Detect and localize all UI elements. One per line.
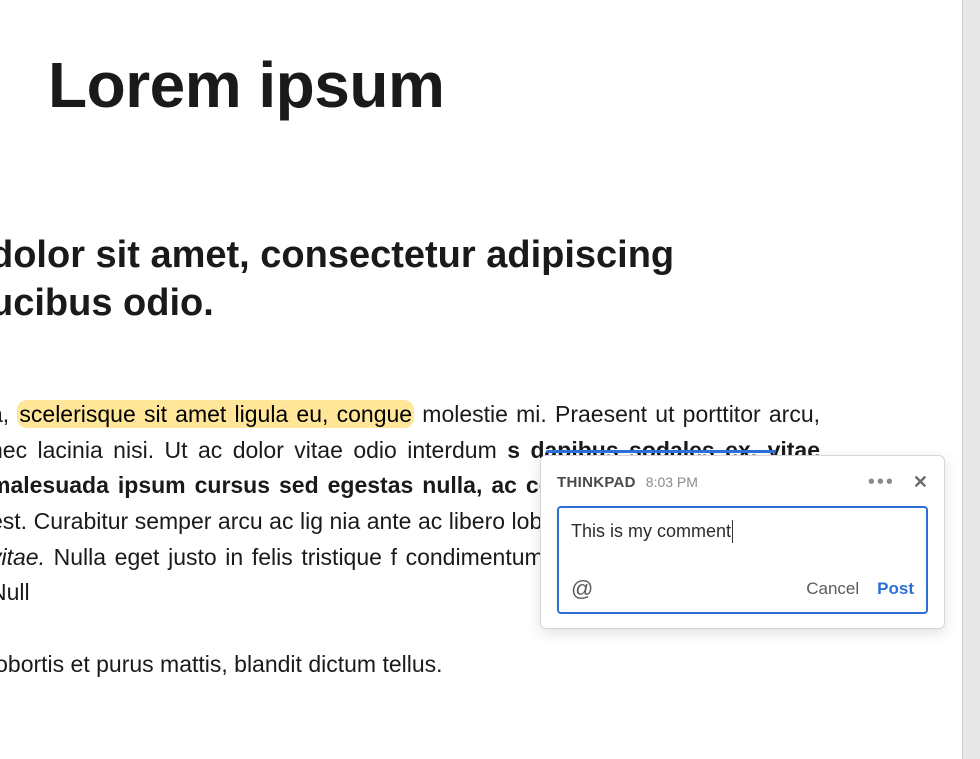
- comment-input-footer: @ Cancel Post: [571, 576, 914, 602]
- page-margin: [962, 0, 980, 759]
- close-icon[interactable]: ✕: [913, 473, 928, 491]
- mention-icon[interactable]: @: [571, 576, 593, 602]
- text-fragment: a,: [0, 401, 17, 427]
- body-paragraph-tail[interactable]: lobortis et purus mattis, blandit dictum…: [0, 651, 980, 678]
- comment-header-actions: ••• ✕: [868, 472, 928, 492]
- comment-card: THINKPAD 8:03 PM ••• ✕ This is my commen…: [540, 455, 945, 629]
- comment-header: THINKPAD 8:03 PM ••• ✕: [557, 472, 928, 492]
- comment-text-content[interactable]: This is my comment: [571, 520, 733, 543]
- comment-timestamp: 8:03 PM: [646, 474, 698, 490]
- text-fragment: Nulla eget justo in felis tristique f co…: [45, 544, 559, 570]
- comment-author: THINKPAD: [557, 474, 636, 491]
- post-button[interactable]: Post: [877, 579, 914, 599]
- more-options-icon[interactable]: •••: [868, 472, 895, 492]
- highlighted-text-1[interactable]: scelerisque sit amet ligula eu, congue: [17, 400, 414, 428]
- subheading-line-2: ucibus odio.: [0, 282, 214, 324]
- text-fragment: Null: [0, 579, 30, 605]
- document-subheading[interactable]: dolor sit amet, consectetur adipiscing u…: [0, 232, 980, 327]
- comment-input[interactable]: This is my comment @ Cancel Post: [557, 506, 928, 614]
- comment-anchor-indicator: [546, 450, 776, 453]
- subheading-line-1: dolor sit amet, consectetur adipiscing: [0, 234, 674, 276]
- document-title[interactable]: Lorem ipsum: [48, 48, 980, 122]
- cancel-button[interactable]: Cancel: [806, 579, 859, 599]
